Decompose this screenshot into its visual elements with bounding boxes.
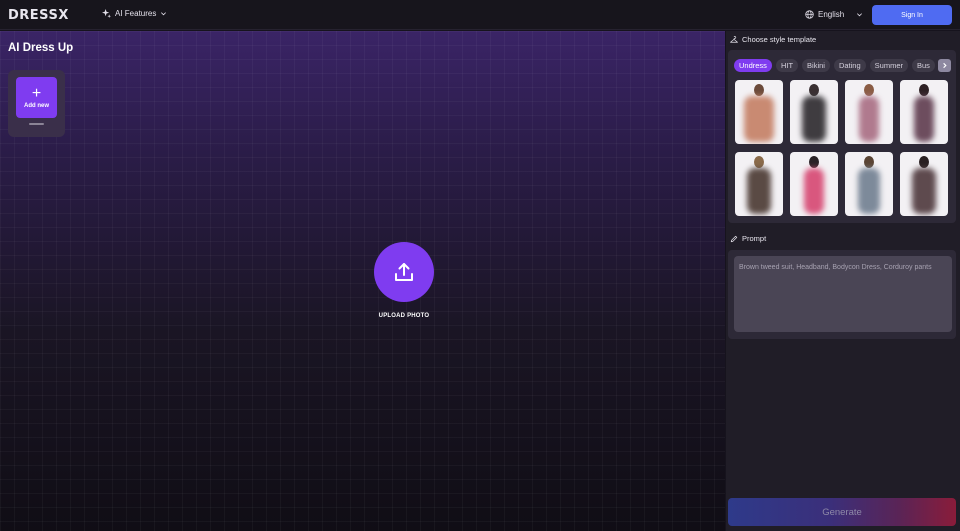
template-card[interactable] <box>735 152 783 216</box>
workspace-canvas: AI Dress Up + Add new UPLOAD PHOTO <box>0 31 725 531</box>
model-figure <box>919 84 929 96</box>
globe-icon <box>805 10 814 19</box>
blurred-model-image <box>859 96 879 142</box>
generate-button[interactable]: Generate <box>728 498 956 526</box>
prompt-panel <box>728 250 956 339</box>
tab-bikini[interactable]: Bikini <box>802 59 830 72</box>
photo-thumbnail-panel: + Add new <box>8 70 65 137</box>
style-template-heading: Choose style template <box>730 35 816 44</box>
prompt-input[interactable] <box>734 256 952 332</box>
language-selector[interactable]: English <box>805 10 863 19</box>
language-label: English <box>818 10 845 19</box>
prompt-title: Prompt <box>742 234 767 243</box>
dressx-logo[interactable]: DRESSX <box>8 8 69 23</box>
chevron-right-icon <box>943 62 947 69</box>
chevron-down-icon <box>161 12 167 16</box>
upload-icon <box>395 263 413 281</box>
style-template-title: Choose style template <box>742 35 817 44</box>
tab-bus[interactable]: Bus <box>912 59 935 72</box>
plus-icon: + <box>31 84 42 102</box>
upload-photo-label: UPLOAD PHOTO <box>378 313 430 319</box>
grid-background <box>0 31 725 531</box>
top-bar: DRESSX AI Features English Sign In <box>0 0 960 30</box>
tab-dating[interactable]: Dating <box>833 59 866 72</box>
template-card[interactable] <box>900 152 948 216</box>
blurred-model-image <box>912 168 936 214</box>
blurred-model-image <box>744 96 774 142</box>
model-figure <box>864 156 874 168</box>
blurred-model-image <box>747 168 771 214</box>
pencil-icon <box>730 235 738 242</box>
template-gallery <box>735 80 951 216</box>
model-figure <box>809 156 819 168</box>
template-card[interactable] <box>900 80 948 144</box>
sign-in-button[interactable]: Sign In <box>872 5 952 25</box>
model-figure <box>809 84 819 96</box>
ai-features-label: AI Features <box>115 9 157 18</box>
prompt-heading: Prompt <box>730 234 766 243</box>
blurred-model-image <box>914 96 934 142</box>
right-sidebar: Choose style template Undress HIT Bikini… <box>726 31 960 531</box>
style-template-panel: Undress HIT Bikini Dating Summer Bus <box>728 50 956 223</box>
template-card[interactable] <box>845 80 893 144</box>
template-card[interactable] <box>735 80 783 144</box>
blurred-model-image <box>804 168 824 214</box>
upload-photo-button[interactable] <box>374 242 434 302</box>
model-figure <box>864 84 874 96</box>
hanger-icon <box>730 35 738 43</box>
style-tabs: Undress HIT Bikini Dating Summer Bus <box>734 59 951 73</box>
model-figure <box>754 84 764 96</box>
model-figure <box>919 156 929 168</box>
page-title: AI Dress Up <box>8 42 74 54</box>
add-new-label: Add new <box>24 102 49 109</box>
tabs-scroll-right-button[interactable] <box>938 59 951 72</box>
template-card[interactable] <box>790 80 838 144</box>
template-card[interactable] <box>845 152 893 216</box>
blurred-model-image <box>858 168 880 214</box>
chevron-down-icon <box>857 13 863 17</box>
tab-summer[interactable]: Summer <box>869 59 908 72</box>
thumbnail-indicator <box>29 123 44 125</box>
blurred-model-image <box>802 96 826 142</box>
template-card[interactable] <box>790 152 838 216</box>
model-figure <box>754 156 764 168</box>
tab-hit[interactable]: HIT <box>775 59 799 72</box>
sparkle-icon <box>102 9 111 18</box>
add-new-button[interactable]: + Add new <box>16 77 57 118</box>
ai-features-menu[interactable]: AI Features <box>102 9 167 18</box>
tab-undress[interactable]: Undress <box>734 59 772 72</box>
